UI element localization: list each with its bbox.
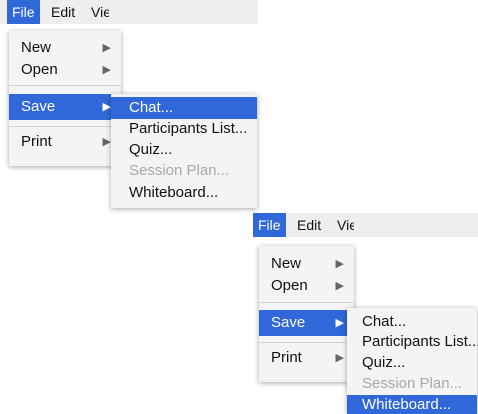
triangle-right-icon: ▶ xyxy=(102,136,111,148)
menu-item-label: New xyxy=(271,255,302,272)
submenu-item-label: Session Plan... xyxy=(129,162,230,179)
menu-item-label: Save xyxy=(21,98,56,115)
submenu-item-session-plan: Session Plan... xyxy=(111,160,257,182)
submenu-item-label: Whiteboard... xyxy=(129,184,219,201)
save-submenu: Chat... Participants List... Quiz... Ses… xyxy=(347,308,478,414)
submenu-item-participants-list[interactable]: Participants List... xyxy=(111,118,257,140)
menu-item-label: Print xyxy=(271,349,302,366)
file-dropdown: New ▶ Open ▶ Save ▶ Print ▶ xyxy=(259,246,354,382)
triangle-right-icon: ▶ xyxy=(335,258,344,270)
triangle-right-icon: ▶ xyxy=(335,317,344,329)
menu-item-new[interactable]: New ▶ xyxy=(9,37,121,59)
submenu-item-chat[interactable]: Chat... xyxy=(347,311,477,333)
menu-file[interactable]: File xyxy=(7,0,40,24)
menu-view[interactable]: Vie xyxy=(332,213,354,237)
menu-file[interactable]: File xyxy=(253,213,286,237)
submenu-item-session-plan: Session Plan... xyxy=(347,373,477,395)
menu-separator xyxy=(259,342,354,343)
submenu-item-label: Session Plan... xyxy=(362,375,463,392)
menu-screenshot-2: File Edit Vie New ▶ Open ▶ Save ▶ Print … xyxy=(253,213,478,414)
submenu-item-participants-list[interactable]: Participants List... xyxy=(347,331,478,353)
menu-item-label: New xyxy=(21,39,52,56)
submenu-item-quiz[interactable]: Quiz... xyxy=(111,139,257,161)
triangle-right-icon: ▶ xyxy=(335,280,344,292)
submenu-item-label: Participants List... xyxy=(129,120,248,137)
menu-item-print[interactable]: Print ▶ xyxy=(259,347,354,369)
menu-view[interactable]: Vie xyxy=(86,0,109,24)
menu-item-label: Open xyxy=(271,277,308,294)
submenu-item-whiteboard[interactable]: Whiteboard... xyxy=(111,182,257,204)
menu-separator xyxy=(9,126,121,127)
menu-separator xyxy=(259,302,354,303)
menu-item-new[interactable]: New ▶ xyxy=(259,253,354,275)
submenu-item-whiteboard[interactable]: Whiteboard... xyxy=(347,395,477,414)
submenu-item-quiz[interactable]: Quiz... xyxy=(347,352,477,374)
submenu-item-chat[interactable]: Chat... xyxy=(111,97,257,119)
menu-item-save[interactable]: Save ▶ xyxy=(9,94,121,120)
submenu-item-label: Chat... xyxy=(129,99,174,116)
menu-screenshot-1: File Edit Vie New ▶ Open ▶ Save ▶ Print … xyxy=(0,0,258,214)
submenu-item-label: Chat... xyxy=(362,313,407,330)
triangle-right-icon: ▶ xyxy=(102,42,111,54)
submenu-item-label: Participants List... xyxy=(362,333,478,350)
menu-item-open[interactable]: Open ▶ xyxy=(9,59,121,81)
save-submenu: Chat... Participants List... Quiz... Ses… xyxy=(111,94,257,208)
menu-item-label: Print xyxy=(21,133,52,150)
menu-edit[interactable]: Edit xyxy=(46,0,80,24)
triangle-right-icon: ▶ xyxy=(335,352,344,364)
menu-edit[interactable]: Edit xyxy=(292,213,326,237)
menu-item-open[interactable]: Open ▶ xyxy=(259,275,354,297)
submenu-item-label: Whiteboard... xyxy=(362,396,452,413)
menu-item-label: Save xyxy=(271,314,306,331)
file-dropdown: New ▶ Open ▶ Save ▶ Print ▶ xyxy=(9,31,121,166)
menu-item-print[interactable]: Print ▶ xyxy=(9,131,121,153)
submenu-item-label: Quiz... xyxy=(362,354,406,371)
triangle-right-icon: ▶ xyxy=(102,101,111,113)
triangle-right-icon: ▶ xyxy=(102,64,111,76)
menu-item-save[interactable]: Save ▶ xyxy=(259,310,354,336)
menu-bar: File Edit Vie xyxy=(0,0,258,24)
menu-bar: File Edit Vie xyxy=(253,213,478,237)
submenu-item-label: Quiz... xyxy=(129,141,173,158)
menu-item-label: Open xyxy=(21,61,58,78)
menu-separator xyxy=(9,85,121,86)
